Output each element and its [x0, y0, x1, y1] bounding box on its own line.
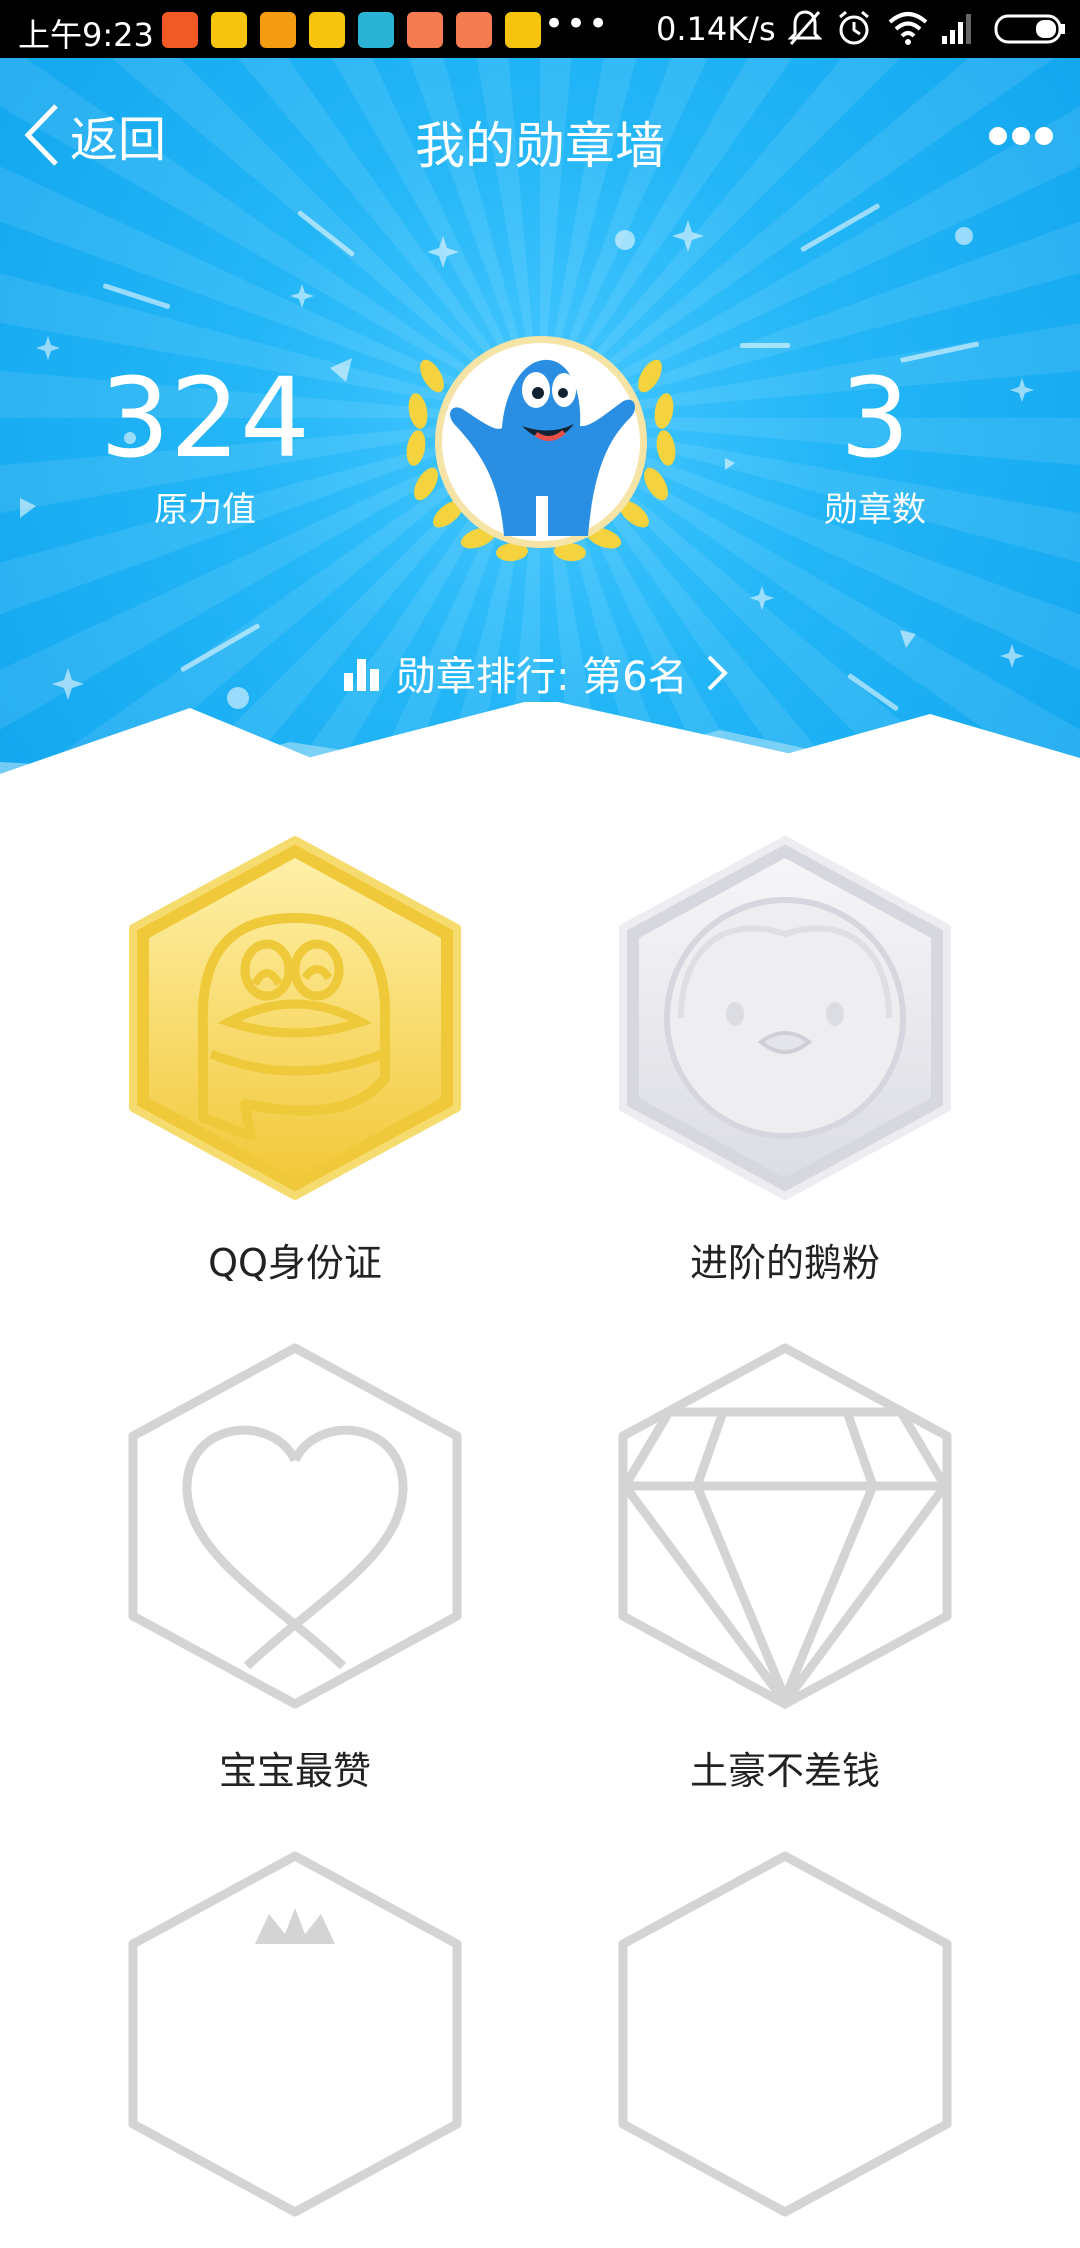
mi-icon — [407, 12, 443, 48]
badge-baby-best[interactable]: 宝宝最赞 — [95, 1326, 495, 1795]
mute-icon — [788, 10, 822, 45]
heart-locked-icon — [128, 1343, 462, 1709]
medal-count-number: 3 — [840, 354, 910, 482]
badge-name: 土豪不差钱 — [689, 1749, 880, 1793]
badge-qq-id[interactable]: QQ身份证 — [95, 818, 495, 1287]
bar-chart-icon — [344, 659, 379, 691]
medal-rank-link[interactable]: 勋章排行: 第6名 — [342, 644, 728, 702]
badge-rich[interactable]: 土豪不差钱 — [585, 1326, 985, 1795]
weibo-icon — [309, 12, 345, 48]
more-notifications-indicator: ••• — [544, 4, 611, 44]
badge-name: 宝宝最赞 — [218, 1749, 371, 1793]
wifi-icon — [888, 12, 928, 45]
page-title: 我的勋章墙 — [415, 117, 665, 175]
medal-header: 返回 我的勋章墙 324 原力值 3 勋章数 勋章排行: 第6名 — [0, 58, 1080, 778]
force-value-number: 324 — [100, 354, 310, 482]
penguin-silver-icon — [619, 836, 951, 1200]
force-value-label: 原力值 — [154, 490, 256, 530]
weibo-icon — [505, 12, 541, 48]
weibo-icon — [211, 12, 247, 48]
badge-crown-locked[interactable] — [95, 1834, 495, 2248]
crown-locked-icon — [128, 1851, 462, 2217]
diamond-locked-icon — [618, 1343, 952, 1710]
network-speed: 0.14K/s — [656, 10, 776, 48]
mountain-divider — [0, 702, 1080, 778]
hexagon-locked-icon — [618, 1851, 952, 2217]
signal-icon — [942, 14, 971, 44]
avatar[interactable] — [404, 316, 678, 576]
more-icon[interactable] — [986, 124, 1056, 148]
chevron-right-icon — [707, 655, 728, 691]
alarm-icon — [839, 10, 869, 45]
clock-app-icon — [358, 12, 394, 48]
status-bar: 上午9:23 ••• 0.14K/s — [0, 0, 1080, 58]
badge-advanced-fan[interactable]: 进阶的鹅粉 — [585, 818, 985, 1287]
qq-penguin-gold-icon — [129, 836, 461, 1200]
taobao-icon — [162, 12, 198, 48]
status-time: 上午9:23 — [18, 16, 154, 54]
force-value-stat: 324 原力值 — [90, 358, 320, 531]
badge-locked[interactable] — [585, 1834, 985, 2248]
medal-rank-text: 勋章排行: 第6名 — [396, 654, 688, 700]
medal-count-label: 勋章数 — [824, 490, 926, 530]
badge-name: QQ身份证 — [208, 1241, 382, 1285]
badge-name: 进阶的鹅粉 — [689, 1241, 880, 1285]
battery-icon — [994, 14, 1065, 44]
mi-icon — [456, 12, 492, 48]
laurel-wreath-avatar — [406, 336, 676, 562]
uc-icon — [260, 12, 296, 48]
medal-count-stat: 3 勋章数 — [790, 358, 960, 531]
